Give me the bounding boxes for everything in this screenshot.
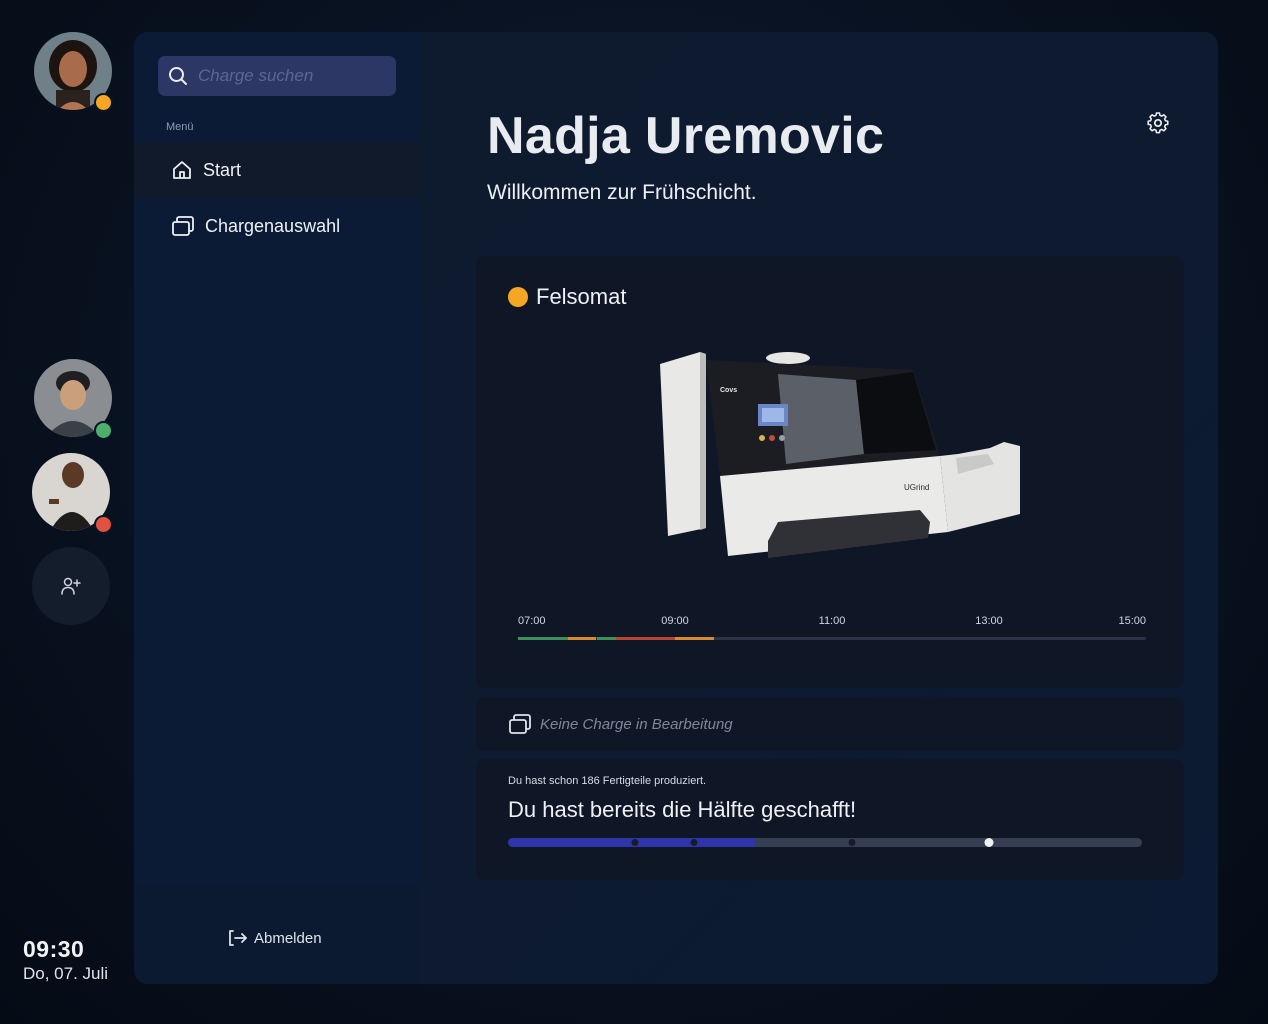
- timeline-tick-label: 13:00: [975, 615, 1003, 627]
- status-dot-user-2: [94, 421, 113, 440]
- progress-marker: [690, 839, 698, 846]
- charge-card[interactable]: Keine Charge in Bearbeitung: [476, 697, 1184, 751]
- progress-marker: [631, 839, 639, 846]
- timeline-track: [518, 637, 1146, 640]
- content-area: Nadja Uremovic Willkommen zur Frühschich…: [420, 32, 1218, 984]
- settings-button[interactable]: [1146, 111, 1170, 140]
- status-dot-user-3: [94, 515, 113, 534]
- nav-item-start[interactable]: Start: [134, 142, 420, 198]
- machine-title: Felsomat: [508, 284, 626, 310]
- stack-icon: [172, 216, 194, 236]
- progress-card: Du hast schon 186 Fertigteile produziert…: [476, 759, 1184, 880]
- nav-item-label: Start: [203, 159, 242, 180]
- timeline-tick-label: 11:00: [818, 615, 846, 627]
- machine-name: Felsomat: [536, 284, 627, 309]
- timeline-tick-label: 15:00: [1118, 615, 1146, 627]
- logout-button[interactable]: Abmelden: [228, 929, 322, 947]
- status-dot-current-user: [94, 93, 113, 112]
- add-user-button[interactable]: [32, 547, 110, 625]
- timeline-labels: 07:00 09:00 11:00 13:00 15:00: [518, 615, 1146, 629]
- logout-icon: [229, 930, 247, 946]
- timeline-segment: [518, 637, 568, 640]
- add-user-icon: [61, 577, 81, 595]
- progress-current-marker: [984, 838, 994, 847]
- timeline-tick-label: 07:00: [518, 615, 546, 627]
- machine-caption: UGrind: [904, 483, 929, 492]
- clock-date: Do, 07. Juli: [23, 964, 109, 983]
- search-icon: [169, 67, 187, 85]
- progress-marker: [848, 839, 856, 846]
- timeline-segment: [675, 637, 715, 640]
- search-box[interactable]: [158, 56, 396, 96]
- clock-time: 09:30: [23, 936, 85, 962]
- timeline-tick-label: 09:00: [661, 615, 689, 627]
- page-title: Nadja Uremovic: [487, 107, 885, 165]
- stack-icon: [509, 714, 531, 734]
- progress-title: Du hast bereits die Hälfte geschafft!: [508, 797, 857, 822]
- timeline-segment: [616, 637, 675, 640]
- nav-item-label: Chargenauswahl: [205, 215, 341, 236]
- charge-status-text: Keine Charge in Bearbeitung: [540, 715, 733, 733]
- machine-image: UGrind Covs: [660, 352, 1020, 558]
- search-input[interactable]: [196, 65, 390, 87]
- logout-area: Abmelden: [134, 884, 420, 984]
- timeline-segment: [567, 637, 597, 640]
- svg-text:Covs: Covs: [720, 387, 737, 394]
- home-icon: [173, 161, 191, 179]
- welcome-text: Willkommen zur Frühschicht.: [487, 181, 757, 204]
- menu-label: Menü: [166, 121, 194, 133]
- gear-icon: [1147, 112, 1169, 134]
- sidebar: Menü Start Chargenauswahl Abmelden: [134, 32, 420, 984]
- main-panel: Menü Start Chargenauswahl Abmelden Nadja…: [134, 32, 1218, 984]
- machine-status-dot: [508, 287, 528, 307]
- clock: 09:30 Do, 07. Juli: [23, 936, 108, 984]
- progress-subtitle: Du hast schon 186 Fertigteile produziert…: [508, 775, 707, 787]
- timeline-segment: [596, 637, 617, 640]
- machine-card[interactable]: Felsomat UGrind Covs 07:00 09:00 11:00 13:: [476, 256, 1184, 688]
- nav-item-chargenauswahl[interactable]: Chargenauswahl: [134, 198, 420, 254]
- logout-label: Abmelden: [254, 929, 322, 947]
- progress-bar: [508, 838, 1142, 847]
